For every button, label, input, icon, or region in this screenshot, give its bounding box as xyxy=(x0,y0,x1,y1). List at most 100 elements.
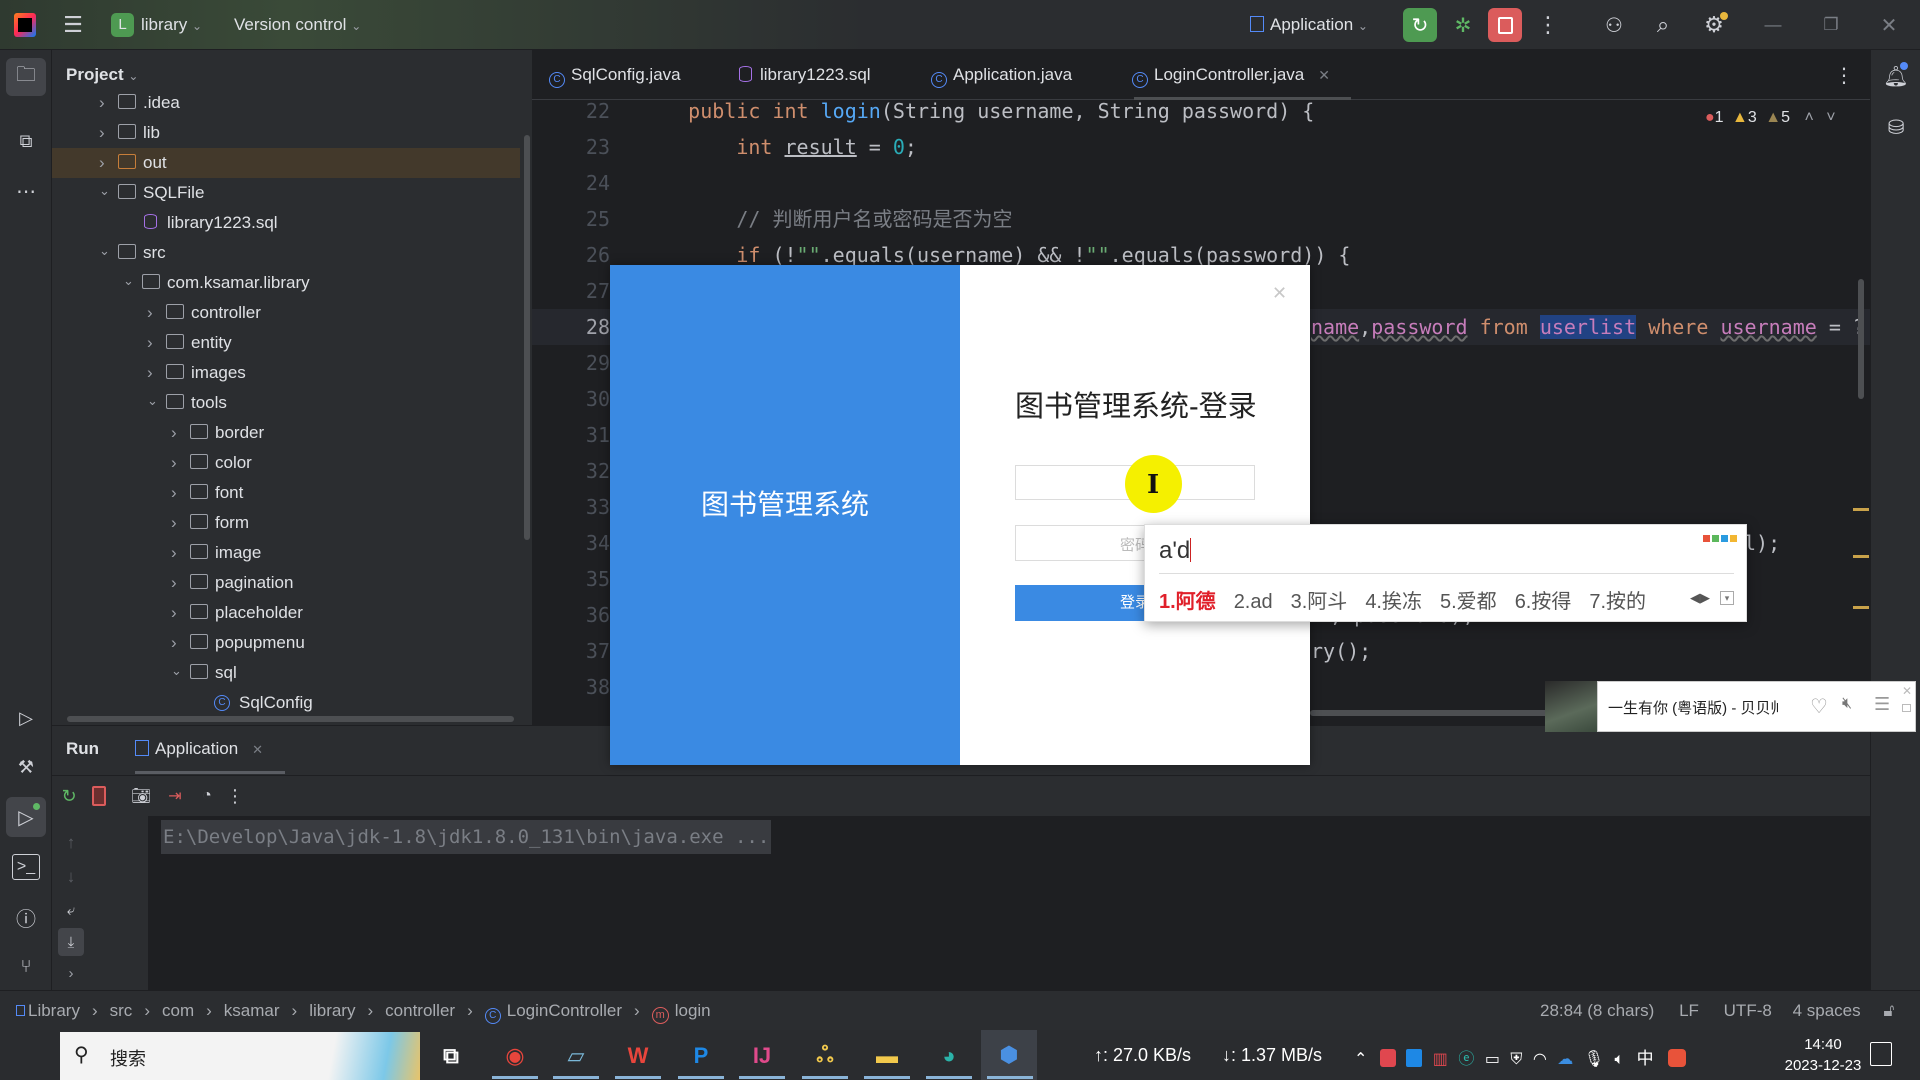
tree-item-images[interactable]: › images xyxy=(52,358,520,388)
e-app-tray-icon[interactable]: ⓔ xyxy=(1458,1051,1474,1068)
dialog-close-icon[interactable]: ✕ xyxy=(1272,283,1287,304)
chevron-right-icon[interactable]: › xyxy=(147,363,153,383)
album-cover-image[interactable] xyxy=(1545,681,1597,732)
tree-item-font[interactable]: › font xyxy=(52,478,520,508)
chevron-right-icon[interactable]: › xyxy=(147,303,153,323)
like-heart-icon[interactable]: ♡ xyxy=(1810,694,1828,719)
battery-icon[interactable]: ▭ xyxy=(1485,1051,1500,1068)
wifi-icon[interactable]: ◠ xyxy=(1533,1051,1547,1068)
edge-icon[interactable]: ◕ xyxy=(932,1040,966,1072)
chevron-right-icon[interactable]: › xyxy=(171,483,177,503)
chevron-right-icon[interactable]: › xyxy=(171,633,177,653)
tree-item-sqlconfig[interactable]: C SqlConfig xyxy=(52,688,520,718)
console-output[interactable]: E:\Develop\Java\jdk-1.8\jdk1.8.0_131\bin… xyxy=(148,816,1870,991)
notification-center-icon[interactable] xyxy=(1870,1042,1892,1066)
more-vert-icon[interactable]: ⋮ xyxy=(1537,12,1559,38)
file-explorer-icon[interactable]: ▬ xyxy=(870,1040,904,1072)
editor-horizontal-scrollbar[interactable] xyxy=(1310,710,1555,716)
build-hammer-icon[interactable]: ⚒ xyxy=(12,754,40,780)
scroll-up-icon[interactable]: ↑ xyxy=(62,832,80,854)
editor-vertical-scrollbar[interactable] xyxy=(1858,279,1864,399)
chrome-icon[interactable]: ◉ xyxy=(498,1040,532,1072)
tree-item-pagination[interactable]: › pagination xyxy=(52,568,520,598)
ime-candidate[interactable]: 7.按的 xyxy=(1589,591,1646,613)
more-vert-icon[interactable]: ⋮ xyxy=(226,784,244,808)
version-control-menu[interactable]: Version control ⌄ xyxy=(234,15,361,35)
chevron-right-icon[interactable]: › xyxy=(171,453,177,473)
sogou-ime-icon[interactable] xyxy=(1668,1049,1687,1067)
chevron-down-icon[interactable]: ⌄ xyxy=(123,273,134,289)
tree-horizontal-scrollbar[interactable] xyxy=(67,716,514,722)
breadcrumb-item[interactable]: login xyxy=(675,1001,711,1020)
run-config-selector[interactable]: Application ⌄ xyxy=(1250,15,1368,35)
taskbar-search[interactable]: ⚲ 搜索 xyxy=(60,1032,420,1080)
chevron-down-icon[interactable]: ⌄ xyxy=(171,663,182,679)
settings-gear-icon[interactable]: ⚙ xyxy=(1700,12,1728,38)
lock-icon[interactable]: 🔓︎ xyxy=(1883,1001,1894,1020)
tab-sqlconfig[interactable]: C SqlConfig.java xyxy=(549,65,681,88)
tree-item-sql[interactable]: ⌄ sql xyxy=(52,658,520,688)
java-app-icon[interactable]: ⬢ xyxy=(981,1030,1037,1080)
notepad-icon[interactable]: ▱ xyxy=(559,1040,593,1072)
rerun-icon[interactable]: ↻ xyxy=(1403,8,1437,42)
tab-logincontroller[interactable]: C LoginController.java ✕ xyxy=(1132,65,1330,88)
restore-player-icon[interactable] xyxy=(1902,704,1911,712)
ime-candidate[interactable]: 3.阿斗 xyxy=(1291,591,1348,613)
tree-vertical-scrollbar[interactable] xyxy=(524,135,530,540)
search-icon[interactable]: ⌕ xyxy=(1650,12,1676,38)
chevron-down-icon[interactable]: ˅ xyxy=(1826,109,1835,126)
git-branch-icon[interactable]: ⑂ xyxy=(12,953,40,979)
ime-candidate[interactable]: 4.挨冻 xyxy=(1365,591,1422,613)
p-app-icon[interactable]: P xyxy=(684,1040,718,1072)
tree-item-lib[interactable]: › lib xyxy=(52,118,520,148)
project-panel-header[interactable]: Project ⌄ xyxy=(66,65,138,85)
problems-icon[interactable]: ⓘ xyxy=(12,904,40,931)
tree-item-com-ksamar-library[interactable]: ⌄ com.ksamar.library xyxy=(52,268,520,298)
terminal-icon[interactable]: >_ xyxy=(12,854,40,880)
chevron-right-icon[interactable]: › xyxy=(147,333,153,353)
tree-item-color[interactable]: › color xyxy=(52,448,520,478)
scroll-to-end-icon[interactable]: ⤓ xyxy=(58,928,84,956)
playlist-icon[interactable]: ☰ xyxy=(1874,694,1890,715)
structure-icon[interactable]: ⧉ xyxy=(12,128,40,154)
code-line[interactable]: 25 // 判断用户名或密码是否为空 xyxy=(532,201,1870,237)
show-hidden-icons-icon[interactable]: ⌃ xyxy=(1354,1051,1367,1068)
chevron-right-icon[interactable]: › xyxy=(99,93,105,113)
tree-item-popupmenu[interactable]: › popupmenu xyxy=(52,628,520,658)
close-icon[interactable]: ✕ xyxy=(1876,12,1902,38)
code-line[interactable]: 24 xyxy=(532,165,1870,201)
tree-item-src[interactable]: ⌄ src xyxy=(52,238,520,268)
ime-candidate[interactable]: 1.阿德 xyxy=(1159,591,1216,613)
microphone-icon[interactable]: 🎙︎ xyxy=(1584,1051,1604,1068)
tree-item-image[interactable]: › image xyxy=(52,538,520,568)
database-icon[interactable]: ⛁ xyxy=(1882,113,1910,141)
breadcrumb-item[interactable]: library xyxy=(309,1001,355,1020)
ime-candidate[interactable]: 5.爱都 xyxy=(1440,591,1497,613)
profiler-gauge-icon[interactable]: ◔ xyxy=(196,784,218,808)
chevron-right-icon[interactable]: › xyxy=(171,543,177,563)
tree-item-out[interactable]: › out xyxy=(52,148,520,178)
screenshot-camera-icon[interactable]: 📷︎ xyxy=(130,784,152,808)
windows-start-icon[interactable] xyxy=(16,1042,42,1068)
tree-item-library1223-sql[interactable]: library1223.sql xyxy=(52,208,520,238)
breadcrumb-item[interactable]: controller xyxy=(385,1001,455,1020)
p-app-tray-icon[interactable] xyxy=(1406,1049,1423,1067)
volume-icon[interactable]: 🔈︎ xyxy=(1615,1051,1625,1068)
code-line[interactable]: 22 public int login(String username, Str… xyxy=(532,93,1870,129)
add-user-icon[interactable]: ⚇ xyxy=(1601,12,1627,38)
chevron-right-icon[interactable]: › xyxy=(171,573,177,593)
tray-app-icon[interactable]: ▥ xyxy=(1433,1051,1448,1068)
breadcrumb-item[interactable]: ksamar xyxy=(224,1001,280,1020)
ime-skin-icon[interactable] xyxy=(1703,535,1737,542)
tree-item--idea[interactable]: › .idea xyxy=(52,88,520,118)
breadcrumb-item[interactable]: LoginController xyxy=(507,1001,622,1020)
chevron-right-icon[interactable]: › xyxy=(171,603,177,623)
tab-application[interactable]: C Application.java xyxy=(931,65,1072,88)
breadcrumb-item[interactable]: com xyxy=(162,1001,194,1020)
run-tab-application[interactable]: Application ✕ xyxy=(135,739,263,759)
chevron-down-icon[interactable]: ⌄ xyxy=(99,243,110,259)
services-icon[interactable]: ▷ xyxy=(12,705,40,731)
input-language[interactable]: 中 xyxy=(1637,1049,1654,1068)
tree-item-tools[interactable]: ⌄ tools xyxy=(52,388,520,418)
hamburger-menu-icon[interactable]: ☰ xyxy=(62,12,84,37)
